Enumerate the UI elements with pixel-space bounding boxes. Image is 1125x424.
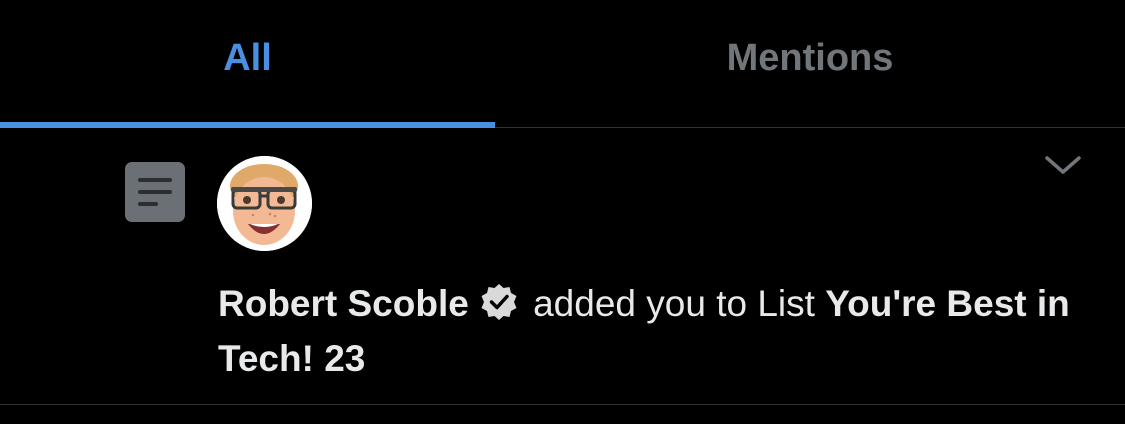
notification-item[interactable]: Robert Scoble added you to List You're B… xyxy=(0,128,1125,405)
chevron-down-icon xyxy=(1045,156,1081,174)
verified-badge-icon xyxy=(479,282,519,322)
tab-all-label: All xyxy=(223,37,272,79)
tab-mentions[interactable]: Mentions xyxy=(495,0,1125,127)
user-name-link[interactable]: Robert Scoble xyxy=(218,283,469,324)
notification-action-text: added you to List xyxy=(522,283,826,324)
notification-text: Robert Scoble added you to List You're B… xyxy=(218,276,1078,386)
list-icon-line xyxy=(138,178,172,182)
tab-all[interactable]: All xyxy=(0,0,495,128)
tab-mentions-label: Mentions xyxy=(726,37,894,79)
list-icon-line xyxy=(138,190,172,194)
more-options-button[interactable] xyxy=(1043,150,1083,182)
memoji-avatar-icon xyxy=(217,156,312,251)
list-icon xyxy=(125,162,185,222)
user-avatar[interactable] xyxy=(217,156,312,251)
list-icon-line xyxy=(138,202,158,206)
notifications-tab-bar: All Mentions xyxy=(0,0,1125,128)
